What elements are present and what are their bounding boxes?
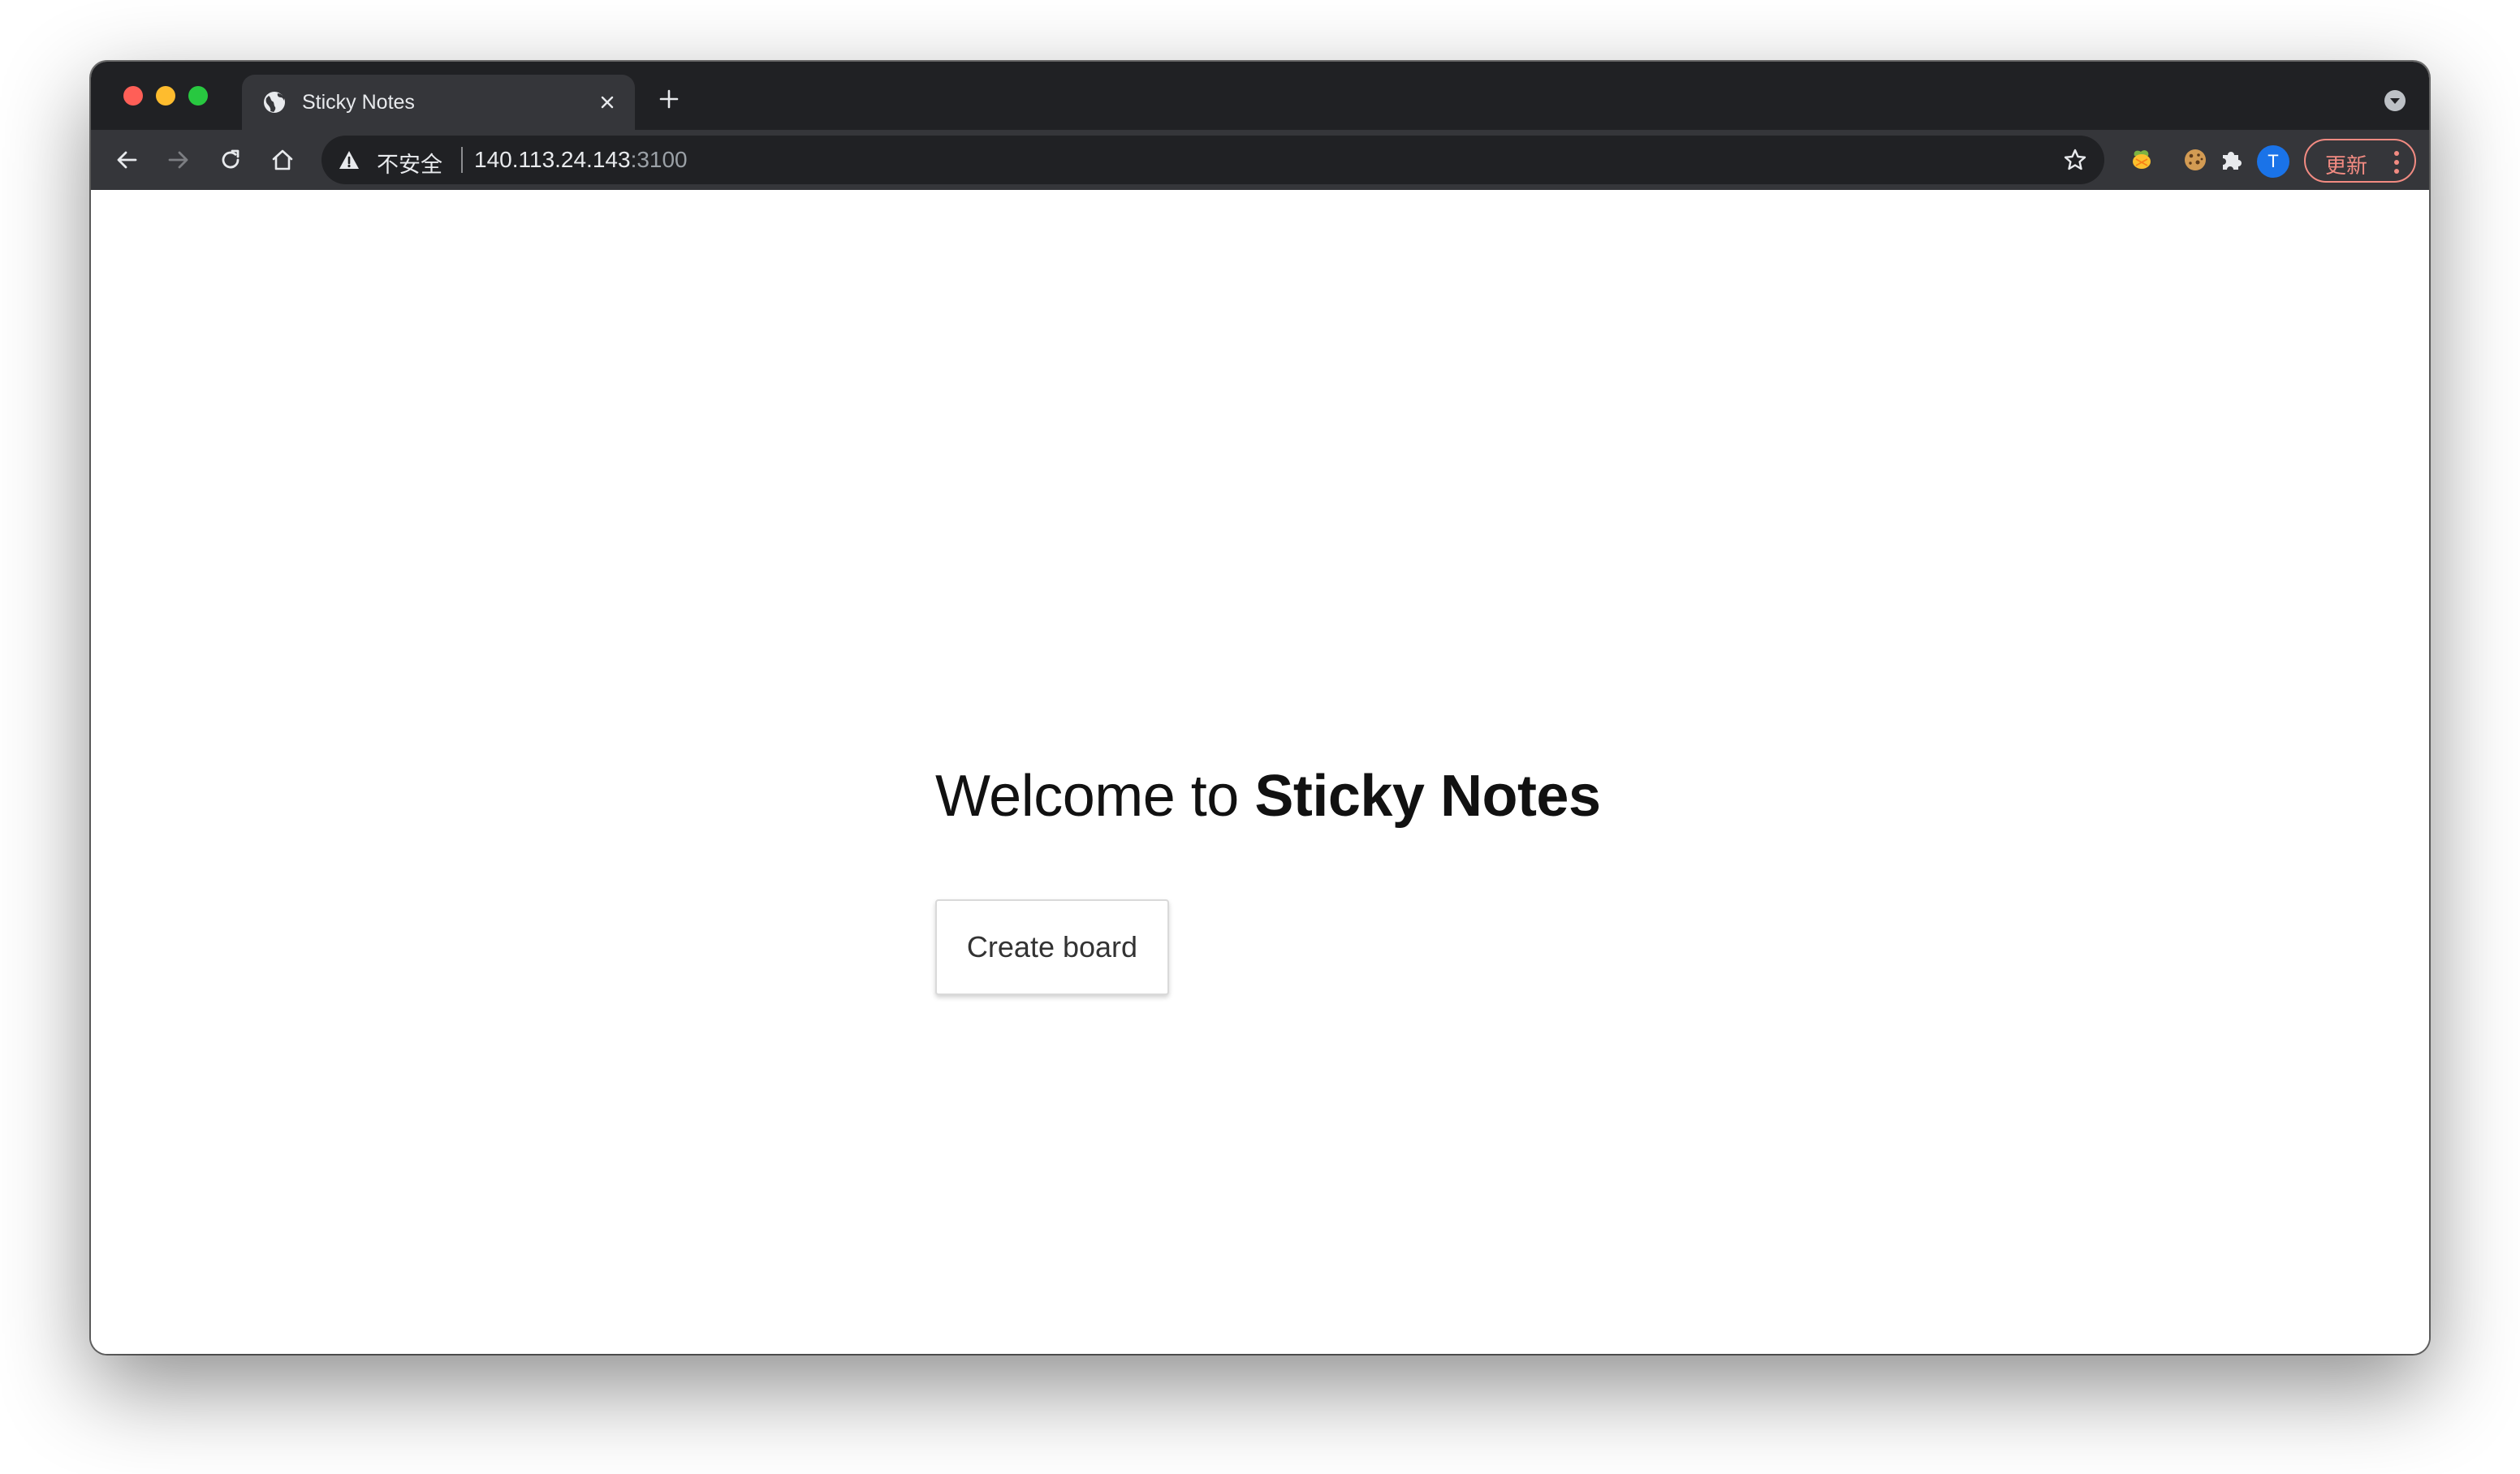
- back-arrow-icon[interactable]: [107, 140, 146, 179]
- home-icon[interactable]: [263, 140, 302, 179]
- warning-icon[interactable]: [338, 149, 360, 171]
- page-content: Welcome to Sticky Notes Create board: [91, 190, 2429, 1354]
- maximize-window-button[interactable]: [188, 86, 208, 106]
- security-status-label[interactable]: 不安全: [377, 147, 442, 179]
- url-host: 140.113.24.143: [474, 147, 631, 172]
- forward-arrow-icon[interactable]: [159, 140, 198, 179]
- address-bar[interactable]: 不安全 140.113.24.143:3100: [321, 136, 2104, 184]
- new-tab-button[interactable]: [653, 83, 685, 115]
- browser-window: Sticky Notes 不安全 140.113.24.143:3100 T 更…: [91, 62, 2429, 1354]
- extension-pineapple-icon[interactable]: [2124, 142, 2160, 178]
- profile-avatar[interactable]: T: [2257, 145, 2289, 178]
- bookmark-star-icon[interactable]: [2062, 147, 2088, 173]
- close-window-button[interactable]: [123, 86, 143, 106]
- heading-app-name: Sticky Notes: [1254, 764, 1601, 829]
- tab-search-icon[interactable]: [2384, 89, 2406, 112]
- address-divider: [461, 147, 463, 173]
- tab-strip: Sticky Notes: [91, 62, 2429, 130]
- reload-icon[interactable]: [211, 140, 250, 179]
- heading-prefix: Welcome to: [935, 764, 1239, 829]
- extension-cookie-icon[interactable]: [2177, 142, 2213, 178]
- tab-sticky-notes[interactable]: Sticky Notes: [242, 75, 635, 130]
- tab-title: Sticky Notes: [302, 91, 415, 114]
- update-label: 更新: [2325, 154, 2368, 179]
- url-port: :3100: [630, 147, 688, 172]
- welcome-heading: Welcome to Sticky Notes: [935, 763, 1601, 830]
- browser-toolbar: 不安全 140.113.24.143:3100 T 更新: [91, 130, 2429, 190]
- create-board-button[interactable]: Create board: [935, 899, 1169, 995]
- url-text[interactable]: 140.113.24.143:3100: [474, 147, 688, 173]
- minimize-window-button[interactable]: [156, 86, 175, 106]
- extensions-puzzle-icon[interactable]: [2213, 142, 2249, 178]
- menu-dots-icon: [2393, 150, 2400, 175]
- globe-icon: [261, 89, 287, 115]
- update-button[interactable]: 更新: [2304, 139, 2416, 183]
- tab-close-icon[interactable]: [594, 89, 620, 115]
